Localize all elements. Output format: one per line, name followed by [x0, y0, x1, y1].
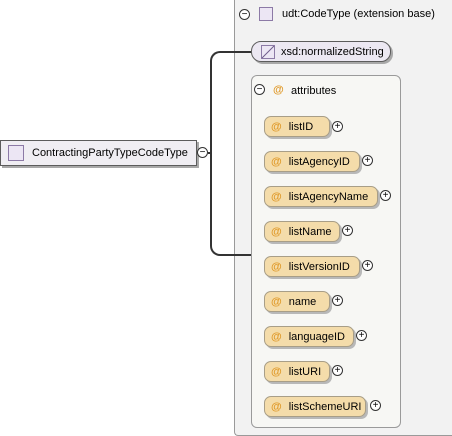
attribute-label: listAgencyID [288, 155, 350, 168]
expand-icon[interactable]: + [380, 190, 391, 201]
expand-icon[interactable]: + [356, 330, 367, 341]
expand-icon[interactable]: + [370, 400, 381, 411]
expand-icon[interactable]: + [362, 155, 373, 166]
attribute-node-listid[interactable]: @ listID [264, 116, 330, 137]
attribute-label: listVersionID [288, 260, 350, 273]
simple-type-icon [261, 44, 275, 59]
complex-type-icon [259, 7, 273, 21]
collapse-root-icon[interactable]: − [197, 147, 208, 158]
expand-icon[interactable]: + [332, 365, 343, 376]
attribute-icon: @ [271, 260, 282, 273]
attribute-label: listName [288, 225, 332, 238]
root-element-label: ContractingPartyTypeCodeType [32, 147, 188, 159]
attribute-icon: @ [271, 295, 282, 308]
expand-icon[interactable]: + [342, 225, 353, 236]
attribute-node-listname[interactable]: @ listName [264, 221, 340, 242]
element-type-icon [8, 145, 24, 161]
attribute-label: listURI [288, 365, 322, 378]
attribute-icon: @ [271, 190, 282, 203]
attribute-node-listversionid[interactable]: @ listVersionID [264, 256, 360, 277]
base-type-node[interactable]: xsd:normalizedString [251, 41, 391, 62]
collapse-extension-icon[interactable]: − [239, 9, 250, 20]
attribute-icon: @ [271, 120, 282, 133]
expand-icon[interactable]: + [332, 295, 343, 306]
attribute-node-listuri[interactable]: @ listURI [264, 361, 330, 382]
attribute-icon: @ [271, 365, 282, 378]
attribute-icon: @ [271, 330, 282, 343]
attribute-label: listSchemeURI [288, 400, 362, 413]
attribute-icon: @ [271, 225, 282, 238]
attribute-node-name[interactable]: @ name [264, 291, 330, 312]
attribute-group-icon: @ [273, 84, 284, 96]
expand-icon[interactable]: + [362, 260, 373, 271]
attributes-group-label: attributes [291, 85, 337, 97]
attribute-node-listagencyid[interactable]: @ listAgencyID [264, 151, 360, 172]
attribute-icon: @ [271, 400, 282, 413]
attribute-label: name [288, 295, 317, 308]
connector-bracket [210, 51, 252, 256]
base-type-label: xsd:normalizedString [281, 45, 384, 58]
attribute-label: languageID [288, 330, 346, 343]
expand-icon[interactable]: + [332, 121, 343, 132]
attribute-node-listschemeuri[interactable]: @ listSchemeURI [264, 396, 366, 417]
extension-label: udt:CodeType (extension base) [282, 8, 435, 20]
attribute-icon: @ [271, 155, 282, 168]
attribute-node-listagencyname[interactable]: @ listAgencyName [264, 186, 378, 207]
root-element-node[interactable]: ContractingPartyTypeCodeType [0, 140, 197, 166]
collapse-attributes-icon[interactable]: − [254, 84, 265, 95]
attribute-node-languageid[interactable]: @ languageID [264, 326, 354, 347]
attribute-label: listID [288, 120, 314, 133]
attribute-label: listAgencyName [288, 190, 369, 203]
